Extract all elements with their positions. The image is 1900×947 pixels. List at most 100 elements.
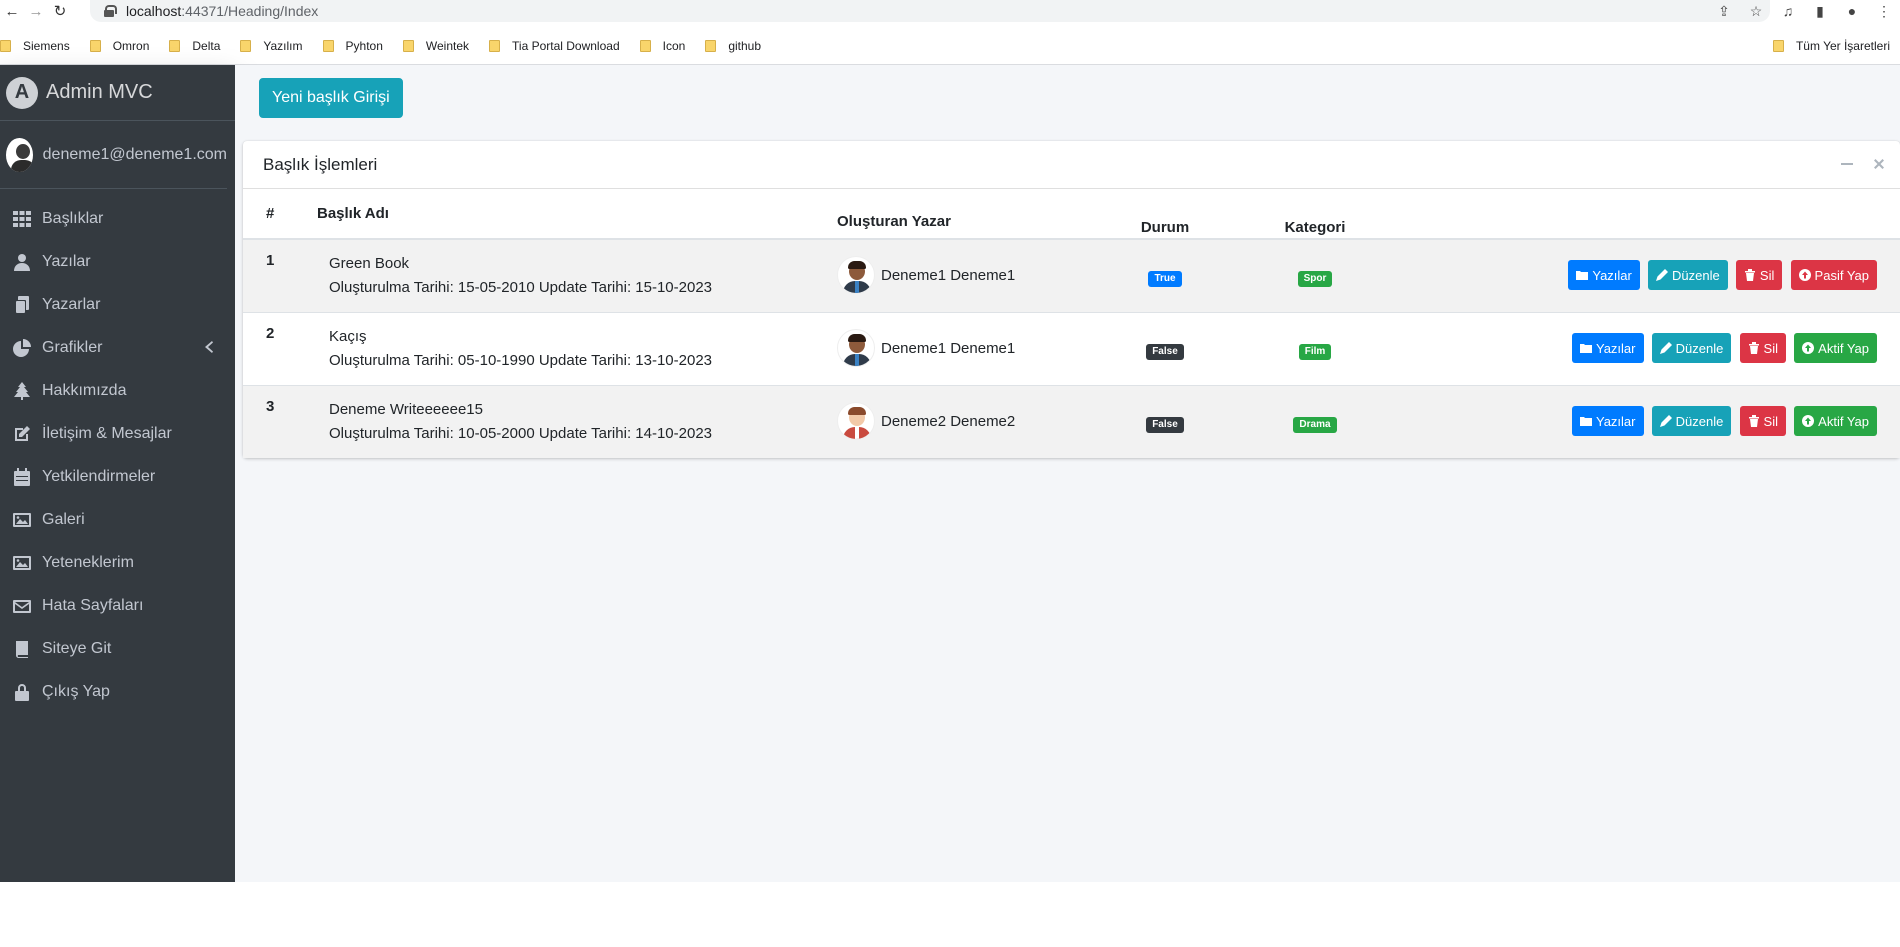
heading-dates: Oluşturulma Tarihi: 10-05-2000 Update Ta… [329, 425, 713, 442]
folder-icon [322, 40, 334, 52]
bookmark-item[interactable]: Delta [169, 39, 220, 53]
bookmark-item[interactable]: Omron [89, 39, 149, 53]
bookmark-item[interactable]: Weintek [402, 39, 469, 53]
bookmark-item[interactable]: Yazılım [240, 39, 303, 53]
edit-button[interactable]: Düzenle [1648, 260, 1728, 290]
sidebar-item-yeteneklerim[interactable]: Yeteneklerim [0, 541, 235, 584]
sidebar-item-iletisim[interactable]: İletişim & Mesajlar [0, 412, 235, 455]
sidebar-item-label: Yazılar [42, 252, 91, 270]
image-icon [13, 554, 31, 572]
sidebar-item-label: Başlıklar [42, 209, 104, 227]
book-icon [13, 640, 31, 658]
sidebar-item-label: Hata Sayfaları [42, 596, 144, 614]
toggle-active-button[interactable]: Pasif Yap [1790, 260, 1877, 290]
pencil-icon [1659, 342, 1672, 354]
all-bookmarks[interactable]: Tüm Yer İşaretleri [1772, 34, 1890, 58]
table-row: 3 Deneme Writeeeeee15 Oluşturulma Tarihi… [243, 385, 1900, 458]
bookmark-item[interactable]: Siemens [0, 39, 70, 53]
table-row: 1 Green Book Oluşturulma Tarihi: 15-05-2… [243, 238, 1900, 313]
url-path: :44371/Heading/Index [181, 3, 319, 19]
arrow-circle-up-icon [1802, 342, 1815, 354]
folder-icon [169, 40, 181, 52]
trash-icon [1748, 342, 1759, 354]
toggle-active-button[interactable]: Aktif Yap [1794, 406, 1877, 436]
posts-button[interactable]: Yazılar [1568, 260, 1640, 290]
posts-button[interactable]: Yazılar [1572, 406, 1644, 436]
delete-button[interactable]: Sil [1739, 406, 1786, 436]
sidebar-item-label: Galeri [42, 510, 85, 528]
heading-dates: Oluşturulma Tarihi: 05-10-1990 Update Ta… [329, 352, 713, 369]
edit-icon [13, 425, 31, 443]
profile-icon[interactable]: ● [1842, 1, 1862, 21]
column-header-category: Kategori [1240, 189, 1390, 240]
sidebar: A Admin MVC deneme1@deneme1.com Başlıkla… [0, 65, 235, 882]
column-header-index: # [243, 189, 305, 240]
media-icon[interactable]: ♫ [1778, 1, 1798, 21]
side-panel-icon[interactable]: ▮ [1810, 1, 1830, 21]
user-name: deneme1@deneme1.com [42, 145, 227, 163]
reload-icon[interactable]: ↻ [48, 0, 72, 22]
sidebar-item-cikis-yap[interactable]: Çıkış Yap [0, 670, 235, 713]
avatar [837, 402, 875, 440]
minus-icon[interactable] [1840, 157, 1854, 171]
sidebar-item-label: Yazarlar [42, 295, 101, 313]
sidebar-item-galeri[interactable]: Galeri [0, 498, 235, 541]
folder-icon [89, 40, 101, 52]
sidebar-item-label: Yeteneklerim [42, 553, 134, 571]
forward-icon[interactable]: → [24, 0, 48, 22]
row-index: 2 [243, 312, 305, 386]
delete-button[interactable]: Sil [1735, 260, 1783, 290]
back-icon[interactable]: ← [0, 0, 24, 22]
trash-icon [1748, 415, 1759, 427]
trash-icon [1744, 269, 1755, 281]
sidebar-item-yetkilendirmeler[interactable]: Yetkilendirmeler [0, 455, 235, 498]
close-icon[interactable] [1872, 157, 1886, 171]
status-badge: False [1146, 344, 1184, 360]
sidebar-item-label: Grafikler [42, 338, 103, 356]
sidebar-item-label: Yetkilendirmeler [42, 467, 156, 485]
user-tie-icon [13, 253, 31, 271]
bookmark-item[interactable]: Tia Portal Download [489, 39, 620, 53]
share-icon[interactable]: ⇪ [1714, 1, 1734, 21]
delete-button[interactable]: Sil [1739, 333, 1786, 363]
star-icon[interactable]: ☆ [1746, 1, 1766, 21]
sidebar-item-label: İletişim & Mesajlar [42, 424, 172, 442]
folder-icon [1772, 40, 1784, 52]
folder-icon [639, 40, 651, 52]
sidebar-item-hakkimizda[interactable]: Hakkımızda [0, 369, 235, 412]
brand-link[interactable]: A Admin MVC [0, 65, 235, 121]
sidebar-item-yazilar[interactable]: Yazılar [0, 240, 235, 283]
sidebar-item-yazarlar[interactable]: Yazarlar [0, 283, 235, 326]
grid-icon [13, 210, 31, 228]
folder-icon [1580, 417, 1592, 426]
sidebar-item-hata-sayfalari[interactable]: Hata Sayfaları [0, 584, 235, 627]
folder-icon [0, 40, 11, 52]
sidebar-item-siteye-git[interactable]: Siteye Git [0, 627, 235, 670]
sidebar-item-label: Çıkış Yap [42, 682, 110, 700]
lock-icon [104, 5, 117, 17]
sidebar-item-label: Siteye Git [42, 639, 112, 657]
edit-button[interactable]: Düzenle [1651, 406, 1732, 436]
headings-table: # Başlık Adı Oluşturan Yazar Durum Kateg… [243, 189, 1900, 458]
bookmark-item[interactable]: Pyhton [322, 39, 383, 53]
chart-pie-icon [13, 338, 31, 357]
heading-title: Green Book [329, 255, 410, 272]
pencil-icon [1656, 269, 1669, 281]
sidebar-item-basliklar[interactable]: Başlıklar [0, 197, 235, 240]
posts-button[interactable]: Yazılar [1572, 333, 1644, 363]
calendar-icon [13, 467, 31, 486]
new-heading-button[interactable]: Yeni başlık Girişi [259, 78, 403, 118]
bookmark-item[interactable]: Icon [639, 39, 685, 53]
bookmark-item[interactable]: github [705, 39, 761, 53]
user-panel[interactable]: deneme1@deneme1.com [0, 121, 227, 189]
address-bar[interactable]: localhost:44371/Heading/Index [90, 0, 1770, 22]
copy-icon [13, 295, 31, 314]
kebab-menu-icon[interactable]: ⋮ [1874, 1, 1894, 21]
row-index: 1 [243, 238, 305, 313]
row-index: 3 [243, 385, 305, 458]
sidebar-item-grafikler[interactable]: Grafikler [0, 326, 235, 369]
edit-button[interactable]: Düzenle [1651, 333, 1732, 363]
browser-toolbar: ← → ↻ localhost:44371/Heading/Index ⇪ ☆ … [0, 0, 1900, 22]
avatar [837, 256, 875, 294]
toggle-active-button[interactable]: Aktif Yap [1794, 333, 1877, 363]
